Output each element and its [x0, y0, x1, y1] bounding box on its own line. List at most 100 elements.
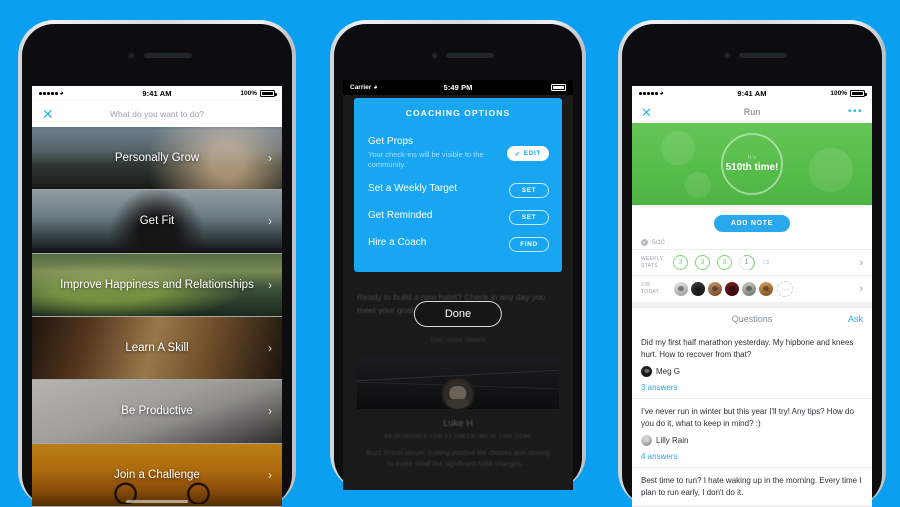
streak-main-label: 510th time! — [725, 162, 779, 173]
phone-3-goal-detail: ◕ 9:41 AM 100% ✕ Run ••• It's 510th time… — [618, 20, 886, 507]
set-weekly-target-button[interactable]: SET — [509, 183, 549, 199]
participant-avatars: ⋯ — [673, 281, 793, 297]
phone-3-status-bar: ◕ 9:41 AM 100% — [632, 86, 872, 101]
option-title: Get Reminded — [368, 210, 433, 222]
ask-button[interactable]: Ask — [848, 314, 863, 324]
streak-hero-banner: It's 510th time! — [632, 123, 872, 205]
coaching-options-modal: COACHING OPTIONS Get Props Your check-in… — [354, 98, 562, 273]
coach-description: Buzz British lawyer making positive life… — [366, 450, 550, 469]
option-title: Set a Weekly Target — [368, 183, 458, 195]
question-item[interactable]: I've never run in winter but this year I… — [632, 399, 872, 468]
category-label: Personally Grow — [114, 151, 200, 164]
avatar — [758, 281, 774, 297]
category-join-a-challenge[interactable]: Join a Challenge › — [32, 443, 282, 507]
battery-icon — [260, 90, 277, 97]
week-complete-badge: 3 — [673, 255, 688, 270]
battery-group — [551, 84, 568, 91]
week-current-badge: 1 — [739, 255, 754, 270]
home-indicator — [126, 500, 188, 503]
status-time: 9:41 AM — [737, 89, 767, 98]
author-name: Lilly Rain — [656, 436, 689, 445]
category-label: Join a Challenge — [114, 468, 200, 481]
coach-cover-image — [357, 357, 559, 409]
modal-title: COACHING OPTIONS — [405, 108, 511, 118]
add-note-container: ADD NOTE — [632, 205, 872, 238]
option-get-props[interactable]: Get Props Your check-ins will be visible… — [354, 130, 562, 177]
edit-button[interactable]: ✓ EDIT — [506, 146, 549, 162]
streak-sub-label: It's — [747, 155, 757, 161]
chevron-right-icon: › — [268, 404, 272, 419]
questions-list: Did my first half marathon yesterday. My… — [632, 330, 872, 507]
chevron-right-icon: › — [268, 341, 272, 356]
option-hire-a-coach[interactable]: Hire a Coach FIND — [354, 231, 562, 258]
avatar — [641, 435, 652, 446]
chevron-right-icon[interactable]: › — [859, 257, 863, 269]
author-name: Meg G — [656, 367, 681, 376]
option-get-reminded[interactable]: Get Reminded SET — [354, 204, 562, 231]
avatar — [690, 281, 706, 297]
avatar — [707, 281, 723, 297]
decor-bubble — [684, 172, 711, 199]
today-participants-row[interactable]: 239 TODAY ⋯ › — [632, 275, 872, 302]
week-complete-badge: 3 — [717, 255, 732, 270]
search-bar[interactable]: ✕ What do you want to do? — [32, 101, 282, 127]
background-link: See more details — [429, 335, 487, 344]
status-time: 9:41 AM — [142, 89, 172, 98]
search-input-placeholder[interactable]: What do you want to do? — [32, 109, 282, 119]
question-item[interactable]: Did my first half marathon yesterday. My… — [632, 330, 872, 399]
question-text: Did my first half marathon yesterday. My… — [641, 338, 854, 359]
option-weekly-target[interactable]: Set a Weekly Target SET — [354, 177, 562, 204]
avatar — [641, 366, 652, 377]
questions-header: Questions Ask — [632, 307, 872, 330]
find-button-label: FIND — [520, 241, 538, 249]
phone-1-status-bar: ◕ 9:41 AM 100% — [32, 86, 282, 101]
category-label: Improve Happiness and Relationships — [60, 278, 254, 291]
category-be-productive[interactable]: Be Productive › — [32, 380, 282, 444]
category-list: Personally Grow › Get Fit › Improve Happ… — [32, 127, 282, 507]
add-note-button[interactable]: ADD NOTE — [713, 215, 791, 232]
check-icon: ✓ — [641, 239, 648, 246]
answers-link[interactable]: 3 answers — [641, 383, 863, 392]
coach-card: Luke H RESPONSIBLE FOR 63 CHECK-INS IN T… — [357, 357, 559, 490]
category-improve-happiness[interactable]: Improve Happiness and Relationships › — [32, 253, 282, 317]
chevron-right-icon[interactable]: › — [859, 283, 863, 295]
coach-avatar — [441, 376, 475, 409]
earpiece-speaker — [446, 53, 494, 58]
category-personally-grow[interactable]: Personally Grow › — [32, 127, 282, 191]
coach-name: Luke H — [442, 418, 474, 429]
checkin-count-label: 5/10 — [652, 239, 665, 246]
weekly-stats-row[interactable]: WEEKLY STATS 3 3 3 1 / 3 › — [632, 249, 872, 275]
answers-link[interactable]: 4 answers — [641, 452, 863, 461]
phone-3-screen: ◕ 9:41 AM 100% ✕ Run ••• It's 510th time… — [632, 86, 872, 507]
chevron-right-icon: › — [268, 214, 272, 229]
phone-2-status-bar: Carrier ◕ 5:49 PM — [343, 80, 573, 95]
front-camera-icon — [724, 52, 731, 59]
category-label: Learn A Skill — [125, 341, 189, 354]
find-coach-button[interactable]: FIND — [509, 237, 549, 253]
questions-title: Questions — [731, 314, 773, 324]
category-learn-a-skill[interactable]: Learn A Skill › — [32, 316, 282, 381]
decor-bubble — [808, 147, 853, 192]
phone-2-coaching: Carrier ◕ 5:49 PM Ready to build a new h… — [330, 20, 586, 490]
screenshot-stage: ◕ 9:41 AM 100% ✕ What do you want to do?… — [0, 0, 900, 507]
done-button[interactable]: Done — [413, 301, 503, 327]
today-caption: 239 TODAY — [641, 282, 660, 295]
more-participants-icon[interactable]: ⋯ — [777, 281, 793, 297]
front-camera-icon — [128, 52, 135, 59]
phone-2-screen: Carrier ◕ 5:49 PM Ready to build a new h… — [343, 80, 573, 490]
question-item[interactable]: Best time to run? I hate waking up in th… — [632, 468, 872, 506]
set-reminder-button[interactable]: SET — [509, 210, 549, 226]
dimmed-background-content: Ready to build a new habit? Check in any… — [343, 95, 573, 490]
week-complete-badge: 3 — [695, 255, 710, 270]
question-text: Best time to run? I hate waking up in th… — [641, 476, 862, 497]
earpiece-speaker — [739, 53, 787, 58]
week-target-label: / 3 — [763, 259, 770, 266]
streak-ring: It's 510th time! — [721, 133, 783, 195]
category-label: Get Fit — [139, 215, 175, 228]
category-label: Be Productive — [121, 405, 193, 418]
avatar — [724, 281, 740, 297]
set-button-label: SET — [521, 214, 537, 222]
category-get-fit[interactable]: Get Fit › — [32, 190, 282, 254]
option-title: Get Props — [368, 136, 414, 147]
coach-role: RESPONSIBLE FOR 63 CHECK-INS IN THIS GOA… — [384, 434, 532, 440]
